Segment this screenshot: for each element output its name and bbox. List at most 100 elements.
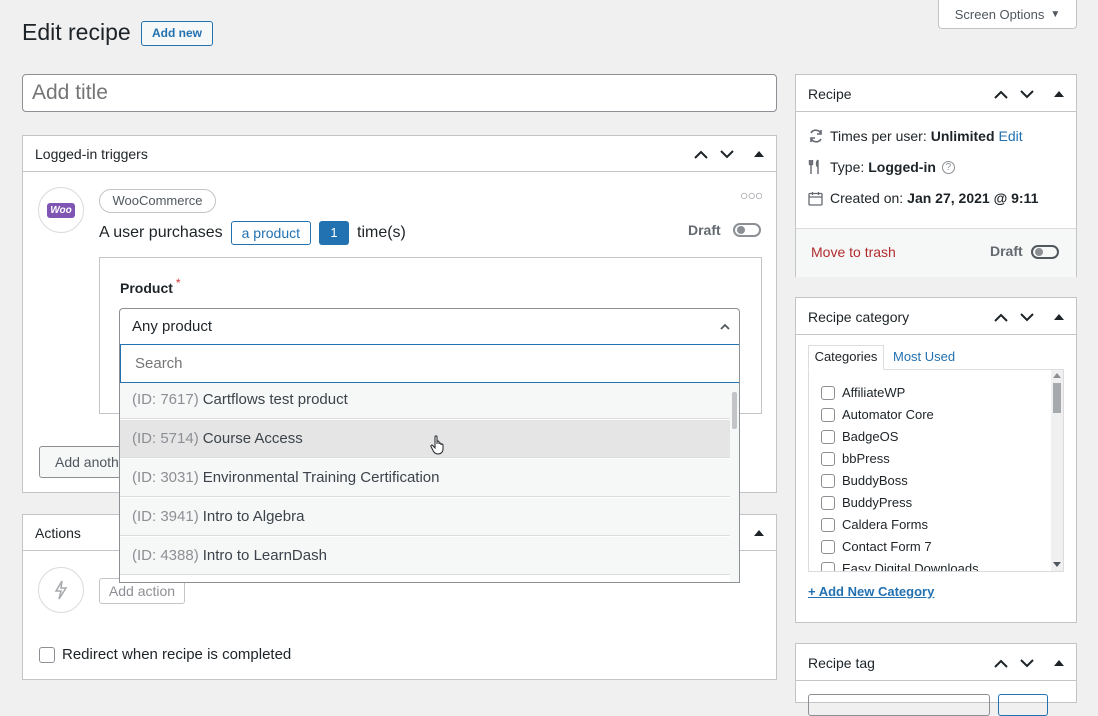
dropdown-scrollbar[interactable] bbox=[730, 383, 739, 582]
add-new-category-link[interactable]: + Add New Category bbox=[808, 584, 934, 599]
chevron-up-icon bbox=[720, 323, 730, 330]
product-token[interactable]: a product bbox=[230, 221, 311, 245]
category-item[interactable]: BuddyPress bbox=[821, 495, 912, 510]
action-placeholder-logo bbox=[38, 567, 84, 613]
type-row: Type: Logged-in ? bbox=[808, 159, 955, 175]
more-options-icon[interactable]: ○○○ bbox=[740, 187, 763, 203]
category-item[interactable]: Automator Core bbox=[821, 407, 934, 422]
tag-panel: Recipe tag bbox=[795, 643, 1077, 716]
category-item[interactable]: BadgeOS bbox=[821, 429, 898, 444]
triggers-panel-title: Logged-in triggers bbox=[35, 146, 148, 162]
category-panel-title: Recipe category bbox=[808, 309, 910, 325]
product-option[interactable]: (ID: 5714) Course Access bbox=[120, 420, 730, 458]
recipe-panel-footer: Move to trash Draft bbox=[796, 228, 1076, 277]
recipe-panel-title: Recipe bbox=[808, 86, 852, 102]
recipe-panel: Recipe Times per user: Unlimited Edit Ty… bbox=[795, 74, 1077, 277]
tag-panel-header: Recipe tag bbox=[796, 644, 1076, 681]
dropdown-scroll-thumb[interactable] bbox=[732, 392, 737, 429]
scroll-up-icon[interactable] bbox=[1053, 373, 1061, 378]
category-item[interactable]: BuddyBoss bbox=[821, 473, 908, 488]
category-move-down-icon[interactable] bbox=[1016, 307, 1038, 327]
utensils-icon bbox=[808, 159, 819, 174]
redirect-checkbox[interactable] bbox=[39, 646, 55, 663]
category-panel: Recipe category Categories Most Used Aff… bbox=[795, 297, 1077, 623]
title-input[interactable] bbox=[22, 74, 777, 112]
move-down-icon[interactable] bbox=[716, 144, 738, 164]
type-label: Type: bbox=[830, 159, 865, 175]
calendar-icon bbox=[808, 191, 823, 206]
created-label: Created on: bbox=[830, 190, 904, 206]
add-another-button[interactable]: Add anoth bbox=[39, 446, 129, 478]
category-panel-header: Recipe category bbox=[796, 298, 1076, 335]
tag-input[interactable] bbox=[808, 694, 990, 716]
category-move-up-icon[interactable] bbox=[990, 307, 1012, 327]
recipe-move-up-icon[interactable] bbox=[990, 84, 1012, 104]
tag-move-up-icon[interactable] bbox=[990, 653, 1012, 673]
page-title: Edit recipe bbox=[22, 19, 131, 45]
help-icon[interactable]: ? bbox=[941, 160, 955, 174]
caret-down-icon: ▼ bbox=[1050, 8, 1061, 20]
product-select-value: Any product bbox=[132, 318, 213, 335]
category-item[interactable]: Caldera Forms bbox=[821, 517, 928, 532]
required-mark: * bbox=[175, 276, 181, 290]
move-up-icon[interactable] bbox=[690, 144, 712, 164]
type-value: Logged-in bbox=[868, 159, 936, 175]
product-option[interactable]: (ID: 3031) Environmental Training Certifi… bbox=[120, 459, 730, 497]
integration-badge: WooCommerce bbox=[99, 189, 216, 213]
move-to-trash-link[interactable]: Move to trash bbox=[811, 244, 896, 260]
triggers-panel-header: Logged-in triggers bbox=[23, 136, 776, 172]
tab-most-used[interactable]: Most Used bbox=[893, 349, 955, 364]
created-value: Jan 27, 2021 @ 9:11 bbox=[907, 190, 1039, 206]
times-per-user-row: Times per user: Unlimited Edit bbox=[808, 128, 1023, 144]
refresh-icon bbox=[810, 129, 822, 143]
category-list: AffiliateWP Automator Core BadgeOS bbPre… bbox=[808, 369, 1064, 572]
tag-add-button[interactable] bbox=[998, 694, 1048, 716]
trigger-status-toggle[interactable] bbox=[733, 223, 761, 237]
redirect-label: Redirect when recipe is completed bbox=[62, 646, 292, 663]
woocommerce-logo: Woo bbox=[38, 187, 84, 233]
recipe-status-label: Draft bbox=[990, 243, 1023, 259]
woo-icon: Woo bbox=[47, 202, 75, 218]
recipe-move-down-icon[interactable] bbox=[1016, 84, 1038, 104]
tag-move-down-icon[interactable] bbox=[1016, 653, 1038, 673]
tab-categories[interactable]: Categories bbox=[808, 345, 884, 370]
category-collapse-icon[interactable] bbox=[1048, 307, 1070, 327]
recipe-status-toggle[interactable] bbox=[1031, 245, 1059, 259]
tag-collapse-icon[interactable] bbox=[1048, 653, 1070, 673]
actions-panel-title: Actions bbox=[35, 525, 81, 541]
actions-collapse-icon[interactable] bbox=[748, 523, 770, 543]
product-field-label: Product * bbox=[120, 276, 181, 296]
category-item[interactable]: Easy Digital Downloads bbox=[821, 561, 979, 571]
created-row: Created on: Jan 27, 2021 @ 9:11 bbox=[808, 190, 1038, 206]
sentence-end: time(s) bbox=[357, 224, 406, 241]
screen-options-button[interactable]: Screen Options ▼ bbox=[938, 0, 1077, 29]
times-value: Unlimited bbox=[930, 128, 995, 144]
trigger-status-label: Draft bbox=[688, 222, 721, 238]
scroll-down-icon[interactable] bbox=[1053, 562, 1061, 567]
recipe-panel-header: Recipe bbox=[796, 75, 1076, 112]
category-scroll-thumb[interactable] bbox=[1053, 383, 1061, 413]
product-select[interactable]: Any product bbox=[119, 308, 740, 344]
sentence-start: A user purchases bbox=[99, 224, 223, 241]
product-search-input[interactable] bbox=[120, 344, 739, 383]
tag-panel-title: Recipe tag bbox=[808, 655, 875, 671]
times-edit-link[interactable]: Edit bbox=[999, 128, 1023, 144]
count-token[interactable]: 1 bbox=[319, 221, 349, 245]
times-label: Times per user: bbox=[830, 128, 927, 144]
bolt-icon bbox=[54, 580, 68, 600]
collapse-icon[interactable] bbox=[748, 144, 770, 164]
category-scrollbar[interactable] bbox=[1051, 370, 1063, 571]
category-item[interactable]: Contact Form 7 bbox=[821, 539, 932, 554]
recipe-collapse-icon[interactable] bbox=[1048, 84, 1070, 104]
product-options-list: (ID: 7617) Cartflows test product (ID: 57… bbox=[120, 383, 730, 582]
category-item[interactable]: AffiliateWP bbox=[821, 385, 905, 400]
product-option[interactable]: (ID: 4388) Intro to LearnDash bbox=[120, 537, 730, 575]
hand-cursor-icon bbox=[430, 435, 444, 455]
product-dropdown: (ID: 7617)Cartflows test product (ID: 57… bbox=[119, 344, 740, 583]
trigger-sentence: A user purchases a product 1 time(s) bbox=[99, 220, 406, 246]
redirect-row: Redirect when recipe is completed bbox=[39, 646, 291, 663]
product-option[interactable]: (ID: 3941) Intro to Algebra bbox=[120, 498, 730, 536]
product-option[interactable]: (ID: 7617) Cartflows test product bbox=[120, 383, 730, 419]
add-new-button[interactable]: Add new bbox=[141, 21, 213, 46]
category-item[interactable]: bbPress bbox=[821, 451, 890, 466]
